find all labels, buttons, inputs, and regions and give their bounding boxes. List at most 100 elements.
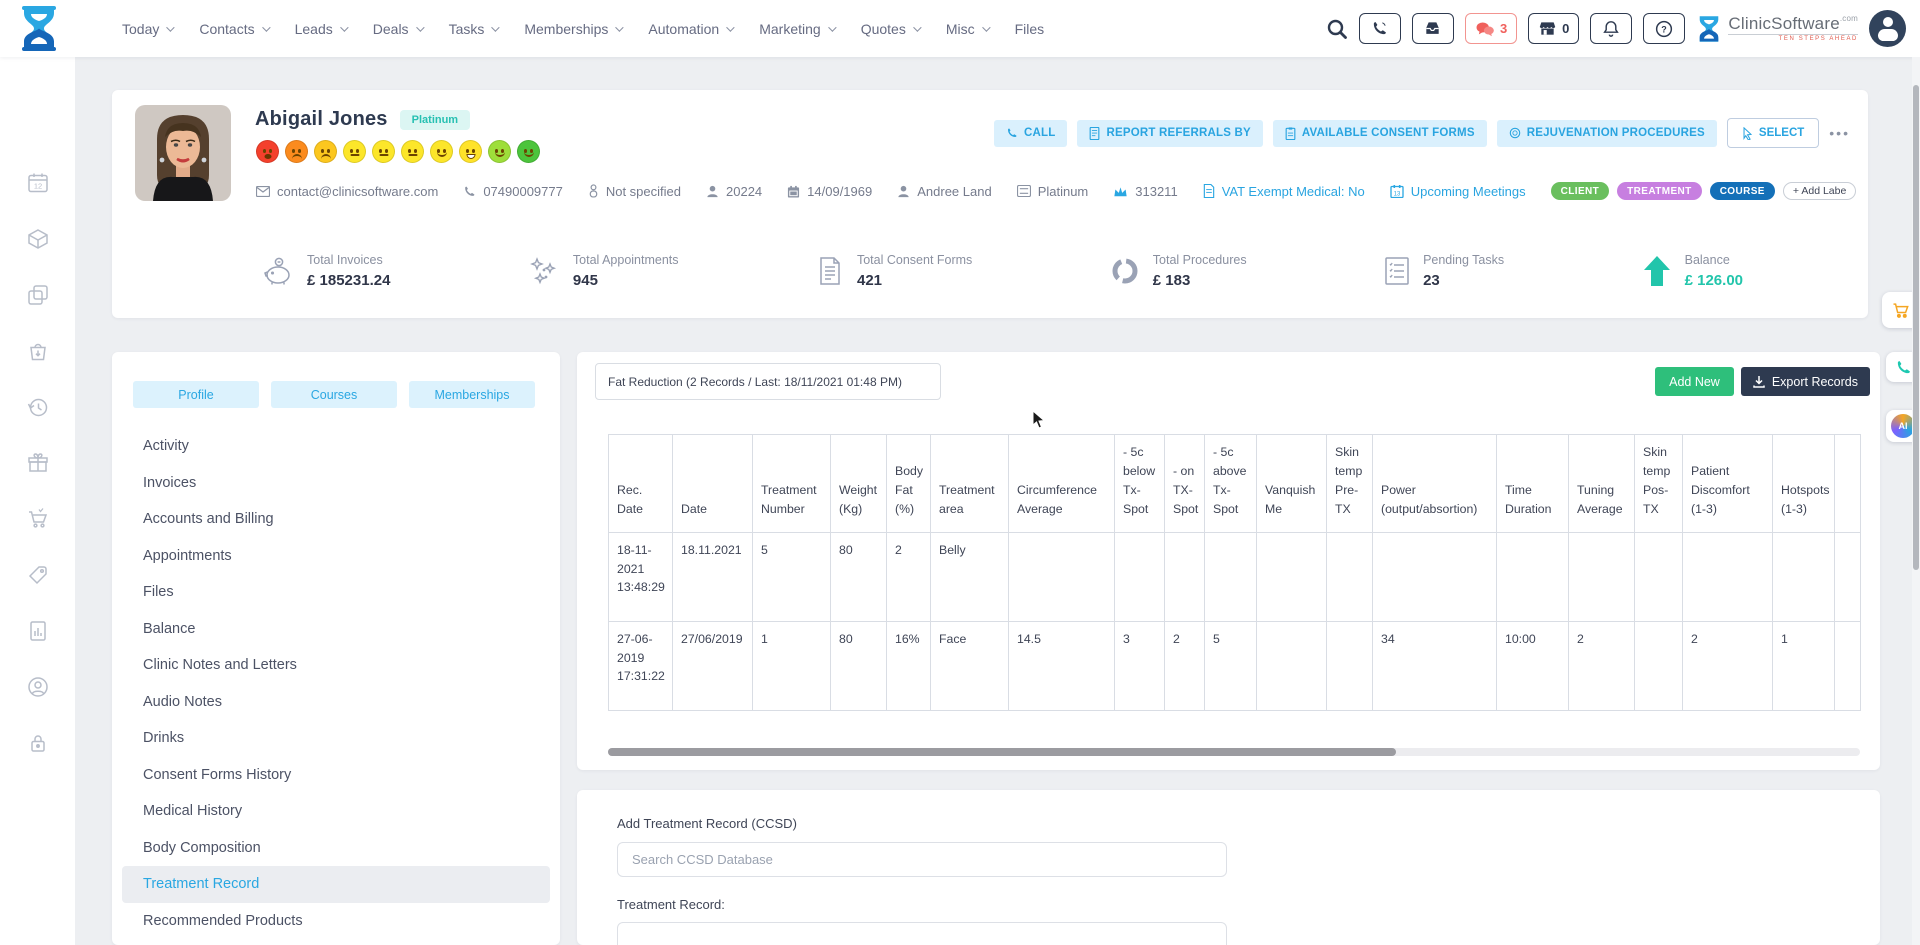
sidebar-item-clinic-notes-and-letters[interactable]: Clinic Notes and Letters xyxy=(122,647,550,684)
chevron-down-icon xyxy=(828,23,836,31)
mood-face-1[interactable] xyxy=(285,140,308,163)
nav-item-leads[interactable]: Leads xyxy=(295,21,346,37)
mood-face-2[interactable] xyxy=(314,140,337,163)
nav-item-today[interactable]: Today xyxy=(122,21,172,37)
nav-item-memberships[interactable]: Memberships xyxy=(524,21,621,37)
tag-icon[interactable] xyxy=(26,563,50,587)
nav-item-automation[interactable]: Automation xyxy=(648,21,732,37)
tab-profile[interactable]: Profile xyxy=(133,381,259,408)
table-row[interactable]: 18-11-2021 13:48:29 18.11.2021 5 80 2 Be… xyxy=(609,533,1861,622)
nav-item-misc[interactable]: Misc xyxy=(946,21,988,37)
sidebar-item-files[interactable]: Files xyxy=(122,574,550,611)
card-icon xyxy=(1017,185,1031,197)
cell: 2 xyxy=(887,533,931,622)
patient-photo[interactable] xyxy=(135,105,231,201)
tab-courses[interactable]: Courses xyxy=(271,381,397,408)
mood-face-0[interactable] xyxy=(256,140,279,163)
help-button[interactable]: ? xyxy=(1643,13,1685,44)
chevron-down-icon xyxy=(262,23,270,31)
history-icon[interactable] xyxy=(26,395,50,419)
cart-icon[interactable] xyxy=(26,507,50,531)
package-icon[interactable] xyxy=(26,227,50,251)
sidebar-item-accounts-and-billing[interactable]: Accounts and Billing xyxy=(122,501,550,538)
horizontal-scrollbar-thumb[interactable] xyxy=(608,748,1396,756)
sidebar-item-audio-notes[interactable]: Audio Notes xyxy=(122,684,550,721)
patient-phone[interactable]: 07490009777 xyxy=(463,184,563,199)
notifications-button[interactable] xyxy=(1590,13,1632,44)
mood-face-7[interactable] xyxy=(459,140,482,163)
label-course[interactable]: COURSE xyxy=(1710,182,1775,200)
export-records-label: Export Records xyxy=(1772,375,1858,389)
add-new-button[interactable]: Add New xyxy=(1655,367,1734,396)
stat-value: 421 xyxy=(857,272,972,289)
report-referrals-button[interactable]: REPORT REFERRALS BY xyxy=(1077,120,1262,147)
sidebar-item-body-composition[interactable]: Body Composition xyxy=(122,830,550,867)
mood-face-3[interactable] xyxy=(343,140,366,163)
mood-face-8[interactable] xyxy=(488,140,511,163)
vertical-scrollbar-thumb[interactable] xyxy=(1913,85,1919,570)
patient-owner: Andree Land xyxy=(897,184,991,199)
account-icon[interactable] xyxy=(26,675,50,699)
more-actions-button[interactable]: ••• xyxy=(1829,125,1850,141)
consent-forms-button[interactable]: AVAILABLE CONSENT FORMS xyxy=(1273,120,1487,147)
procedures-icon xyxy=(1509,127,1521,139)
nav-item-contacts[interactable]: Contacts xyxy=(199,21,267,37)
sidebar-item-drinks[interactable]: Drinks xyxy=(122,720,550,757)
chevron-down-icon xyxy=(492,23,500,31)
vertical-scrollbar[interactable] xyxy=(1912,57,1920,945)
export-records-button[interactable]: Export Records xyxy=(1741,367,1870,396)
store-button[interactable]: 0 xyxy=(1528,13,1579,44)
tab-memberships[interactable]: Memberships xyxy=(409,381,535,408)
nav-item-marketing[interactable]: Marketing xyxy=(759,21,833,37)
brand-logo[interactable]: ClinicSoftware.com TEN STEPS AHEAD xyxy=(1696,15,1858,43)
mood-face-9[interactable] xyxy=(517,140,540,163)
treatment-record-textarea[interactable] xyxy=(617,922,1227,945)
record-type-select[interactable]: Fat Reduction (2 Records / Last: 18/11/2… xyxy=(595,363,941,400)
sidebar-item-invoices[interactable]: Invoices xyxy=(122,465,550,502)
sidebar-item-consent-forms-history[interactable]: Consent Forms History xyxy=(122,757,550,794)
document-icon xyxy=(816,256,844,286)
add-label-button[interactable]: + Add Labe xyxy=(1783,182,1856,200)
select-button[interactable]: SELECT xyxy=(1727,118,1819,148)
table-row[interactable]: 27-06-2019 17:31:22 27/06/2019 1 80 16% … xyxy=(609,622,1861,711)
hourglass-logo-icon[interactable] xyxy=(18,6,60,51)
vat-exempt-link[interactable]: VAT Exempt Medical: No xyxy=(1203,184,1365,199)
nav-item-deals[interactable]: Deals xyxy=(373,21,422,37)
mood-face-6[interactable] xyxy=(430,140,453,163)
sidebar-item-activity[interactable]: Activity xyxy=(122,428,550,465)
help-icon: ? xyxy=(1655,20,1673,38)
sidebar-item-medical-history[interactable]: Medical History xyxy=(122,793,550,830)
chevron-down-icon xyxy=(726,23,734,31)
user-avatar[interactable] xyxy=(1869,10,1906,47)
label-treatment[interactable]: TREATMENT xyxy=(1617,182,1702,200)
report-icon[interactable] xyxy=(26,619,50,643)
vat-exempt-text: VAT Exempt Medical: No xyxy=(1222,184,1365,199)
nav-item-files[interactable]: Files xyxy=(1015,21,1045,37)
nav-item-quotes[interactable]: Quotes xyxy=(861,21,919,37)
lock-icon[interactable] xyxy=(26,731,50,755)
sidebar-item-appointments[interactable]: Appointments xyxy=(122,538,550,575)
bag-icon[interactable] xyxy=(26,339,50,363)
nav-item-tasks[interactable]: Tasks xyxy=(449,21,498,37)
sidebar-item-recommended-products[interactable]: Recommended Products xyxy=(122,903,550,940)
sidebar-item-balance[interactable]: Balance xyxy=(122,611,550,648)
ccsd-search-input[interactable] xyxy=(617,842,1227,877)
copies-icon[interactable] xyxy=(26,283,50,307)
chat-button[interactable]: 3 xyxy=(1465,13,1517,44)
phone-icon xyxy=(1006,127,1018,139)
call-button[interactable]: CALL xyxy=(994,120,1067,147)
mood-face-4[interactable] xyxy=(372,140,395,163)
rejuvenation-button[interactable]: REJUVENATION PROCEDURES xyxy=(1497,120,1717,147)
label-client[interactable]: CLIENT xyxy=(1551,182,1610,200)
horizontal-scrollbar[interactable] xyxy=(608,748,1860,756)
top-bar: Today Contacts Leads Deals Tasks Members… xyxy=(0,0,1920,57)
mood-face-5[interactable] xyxy=(401,140,424,163)
sidebar-item-treatment-record[interactable]: Treatment Record xyxy=(122,866,550,903)
upcoming-meetings-link[interactable]: 13Upcoming Meetings xyxy=(1390,184,1526,199)
calendar-icon[interactable]: 12 xyxy=(26,171,50,195)
patient-email[interactable]: contact@clinicsoftware.com xyxy=(256,184,438,199)
search-icon[interactable] xyxy=(1326,18,1348,40)
gift-icon[interactable] xyxy=(26,451,50,475)
inbox-button[interactable] xyxy=(1412,13,1454,44)
dialer-button[interactable] xyxy=(1359,13,1401,44)
